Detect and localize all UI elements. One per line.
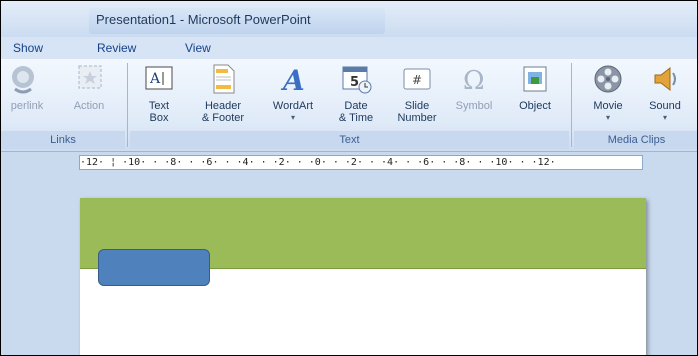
header-footer-icon <box>207 63 239 95</box>
svg-text:Ω: Ω <box>463 66 485 95</box>
symbol-icon: Ω <box>458 63 490 96</box>
sound-label: Sound <box>649 100 681 112</box>
movie-label: Movie <box>593 100 623 112</box>
rounded-rectangle-shape[interactable] <box>98 249 210 286</box>
header-footer-label-2: & Footer <box>201 112 245 124</box>
svg-text:A: A <box>280 64 305 95</box>
wordart-dropdown-icon: ▾ <box>290 113 295 122</box>
ruler-area: ·12· ¦ ·10· · ·8· · ·6· · ·4· · ·2· · ·0… <box>1 152 697 172</box>
window-title: Presentation1 - Microsoft PowerPoint <box>96 12 311 27</box>
object-label: Object <box>519 100 551 112</box>
text-box-label-2: Box <box>149 112 169 124</box>
links-group-label: Links <box>50 134 76 146</box>
header-footer-label-1: Header <box>204 100 242 112</box>
object-button[interactable]: Object <box>509 63 561 112</box>
slide-workspace <box>1 172 697 355</box>
symbol-label: Symbol <box>455 100 493 112</box>
tab-review[interactable]: Review <box>97 41 136 55</box>
text-box-button[interactable]: A Text Box <box>137 63 181 124</box>
action-button[interactable]: Action <box>63 63 115 112</box>
sound-icon <box>649 63 681 95</box>
slide-number-label-2: Number <box>397 112 437 124</box>
powerpoint-window: Presentation1 - Microsoft PowerPoint Sho… <box>0 0 698 356</box>
wordart-button[interactable]: A WordArt ▾ <box>261 63 325 124</box>
wordart-icon: A <box>277 63 309 97</box>
text-group-label: Text <box>339 134 360 146</box>
hyperlink-button[interactable]: perlink <box>3 63 51 112</box>
text-box-label-1: Text <box>148 100 170 112</box>
date-time-label-1: Date <box>344 100 368 112</box>
movie-button[interactable]: Movie ▾ <box>583 63 633 124</box>
hyperlink-icon <box>11 63 43 95</box>
horizontal-ruler[interactable]: ·12· ¦ ·10· · ·8· · ·6· · ·4· · ·2· · ·0… <box>79 155 643 170</box>
movie-dropdown-icon: ▾ <box>605 113 610 122</box>
slide-number-icon: # <box>401 63 433 95</box>
svg-text:A: A <box>149 71 161 87</box>
sound-button[interactable]: Sound ▾ <box>639 63 691 124</box>
svg-text:#: # <box>412 73 422 87</box>
action-label: Action <box>73 100 105 112</box>
date-time-button[interactable]: 5 Date & Time <box>327 63 385 124</box>
tab-slide-show[interactable]: Show <box>13 41 43 55</box>
wordart-label: WordArt <box>272 100 314 112</box>
title-bar: Presentation1 - Microsoft PowerPoint <box>1 1 697 37</box>
text-box-icon: A <box>143 63 175 95</box>
ribbon-tabs: Show Review View <box>1 37 697 59</box>
slide-number-label-1: Slide <box>404 100 430 112</box>
slide-number-button[interactable]: # Slide Number <box>389 63 445 124</box>
media-clips-group-label: Media Clips <box>607 134 666 146</box>
group-divider <box>571 63 572 147</box>
symbol-button[interactable]: Ω Symbol <box>449 63 499 112</box>
action-icon <box>73 63 105 95</box>
movie-icon <box>592 63 624 95</box>
date-time-label-2: & Time <box>338 112 374 124</box>
sound-dropdown-icon: ▾ <box>662 113 667 122</box>
ribbon: perlink Action Links A Text Box Header &… <box>1 59 697 152</box>
object-icon <box>519 63 551 95</box>
group-divider <box>127 63 128 147</box>
svg-text:5: 5 <box>350 75 359 90</box>
tab-view[interactable]: View <box>185 41 211 55</box>
slide[interactable] <box>80 198 646 355</box>
hyperlink-label: perlink <box>10 100 44 112</box>
date-time-icon: 5 <box>340 63 372 95</box>
header-footer-button[interactable]: Header & Footer <box>191 63 255 124</box>
